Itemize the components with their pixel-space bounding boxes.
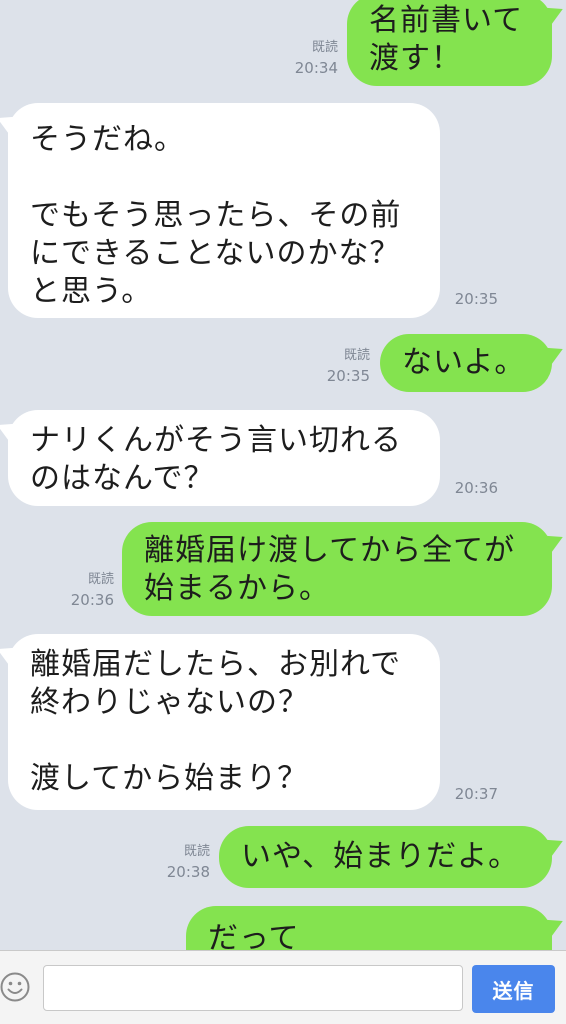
outgoing-message: だって (186, 906, 552, 950)
message-time: 20:37 (454, 785, 498, 803)
chat-area: 名前書いて 渡す！ 既読 20:34 そうだね。 でもそう思ったら、その前 にで… (0, 0, 566, 950)
read-receipt: 既読 (183, 844, 210, 859)
outgoing-message: ないよ。 (380, 334, 552, 392)
message-input[interactable] (43, 965, 463, 1011)
incoming-message: ナリくんがそう言い切れる のはなんで？ (8, 410, 440, 506)
message-meta: 20:36 (448, 478, 498, 498)
message-meta: 20:37 (448, 784, 498, 804)
message-meta: 既読 20:35 (318, 346, 370, 386)
outgoing-message: 離婚届け渡してから全てが 始まるから。 (122, 522, 552, 616)
message-time: 20:35 (326, 367, 370, 385)
message-time: 20:36 (70, 591, 114, 609)
send-button[interactable]: 送信 (472, 965, 555, 1013)
message-meta: 既読 20:38 (156, 842, 210, 882)
outgoing-message: 名前書いて 渡す！ (347, 0, 552, 86)
message-meta: 20:35 (448, 289, 498, 309)
read-receipt: 既読 (311, 40, 338, 55)
message-input-bar: 送信 (0, 950, 566, 1024)
message-time: 20:34 (294, 59, 338, 77)
incoming-message: そうだね。 でもそう思ったら、その前 にできることないのかな？ と思う。 (8, 103, 440, 318)
incoming-message: 離婚届だしたら、お別れで 終わりじゃないの？ 渡してから始まり？ (8, 634, 440, 810)
message-meta: 既読 20:36 (60, 570, 114, 610)
message-time: 20:36 (454, 479, 498, 497)
message-time: 20:38 (166, 863, 210, 881)
message-meta: 既読 20:34 (286, 38, 338, 78)
message-time: 20:35 (454, 290, 498, 308)
read-receipt: 既読 (343, 348, 370, 363)
smiley-icon[interactable] (0, 970, 30, 1004)
outgoing-message: いや、始まりだよ。 (219, 826, 552, 888)
read-receipt: 既読 (87, 572, 114, 587)
